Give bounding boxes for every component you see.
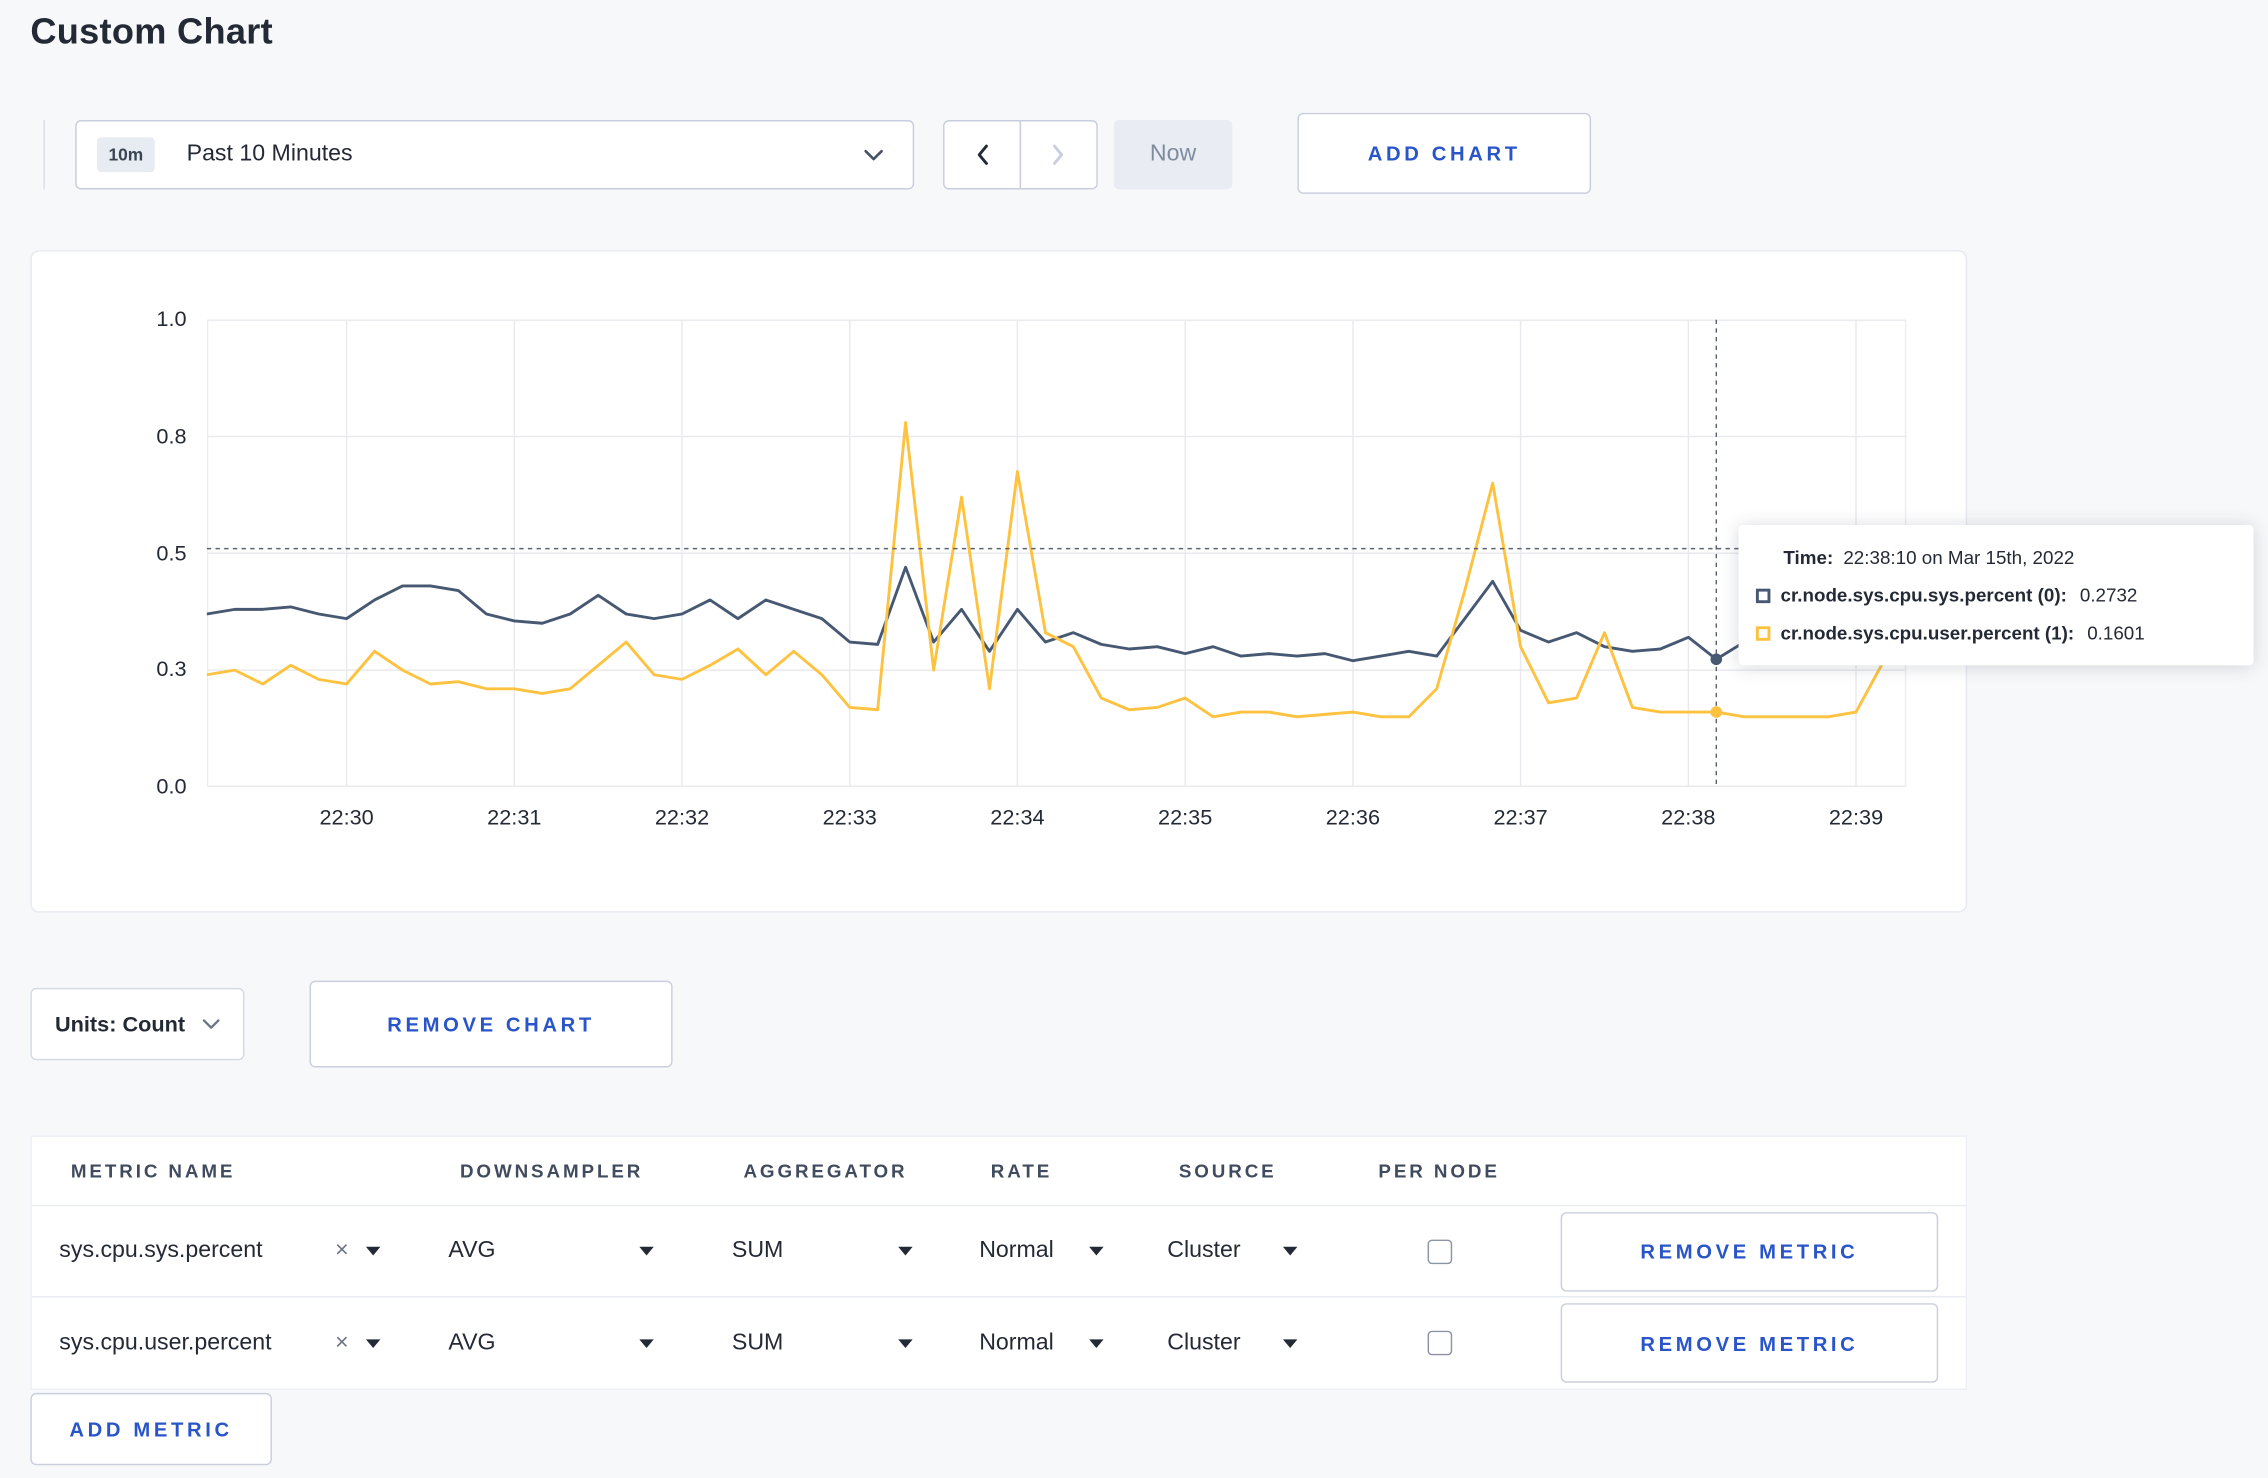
source-select[interactable]: Cluster	[1167, 1329, 1298, 1356]
close-icon[interactable]: ×	[335, 1331, 349, 1354]
chart-card: 0.0 0.3 0.5 0.8 1.0 22:30 22:31 22:32 22:33 22:3…	[30, 250, 1968, 913]
y-axis-label: 0.3	[156, 657, 187, 683]
time-nav-group	[943, 120, 1098, 190]
aggregator-value: SUM	[731, 1238, 784, 1263]
caret-down-icon	[1282, 1246, 1298, 1256]
column-header-source: SOURCE	[1178, 1160, 1277, 1182]
remove-metric-button[interactable]: REMOVE METRIC	[1560, 1211, 1939, 1291]
aggregator-select[interactable]: SUM	[732, 1330, 913, 1356]
series-user-swatch-icon	[1755, 625, 1771, 641]
chevron-left-icon	[977, 144, 988, 165]
per-node-checkbox[interactable]	[1427, 1238, 1453, 1264]
caret-down-icon	[1089, 1246, 1104, 1256]
time-range-dropdown[interactable]: 10m Past 10 Minutes	[75, 120, 915, 190]
x-axis-label: 22:39	[1828, 805, 1884, 831]
remove-chart-button[interactable]: REMOVE CHART	[309, 980, 673, 1068]
caret-down-icon	[639, 1338, 654, 1348]
custom-chart-page: Custom Chart 10m Past 10 Minutes Now ADD…	[0, 0, 2268, 1478]
y-axis-label: 0.5	[156, 540, 187, 566]
x-axis-label: 22:33	[822, 805, 877, 831]
column-header-per-node: PER NODE	[1378, 1160, 1500, 1182]
tooltip-series-value: 0.1601	[2087, 621, 2145, 644]
caret-down-icon	[365, 1338, 381, 1348]
tooltip-time-value: 22:38:10 on Mar 15th, 2022	[1843, 546, 2075, 569]
column-header-aggregator: AGGREGATOR	[743, 1160, 908, 1182]
units-dropdown[interactable]: Units: Count	[30, 987, 245, 1061]
x-axis-label: 22:34	[990, 805, 1045, 831]
x-axis-label: 22:35	[1158, 805, 1213, 831]
tooltip-series-name: cr.node.sys.cpu.sys.percent (0):	[1780, 584, 2067, 607]
series-sys-swatch-icon	[1755, 587, 1771, 603]
time-prev-button[interactable]	[943, 120, 1022, 190]
metrics-table: METRIC NAME DOWNSAMPLER AGGREGATOR RATE …	[30, 1135, 1968, 1390]
caret-down-icon	[898, 1338, 913, 1348]
caret-down-icon	[365, 1246, 381, 1256]
table-row: sys.cpu.sys.percent × AVG SUM Normal Clu…	[31, 1206, 1966, 1298]
chart-plot[interactable]	[206, 319, 1907, 787]
close-icon[interactable]: ×	[335, 1239, 349, 1263]
time-range-badge: 10m	[96, 137, 155, 173]
metrics-table-header: METRIC NAME DOWNSAMPLER AGGREGATOR RATE …	[31, 1137, 1966, 1207]
caret-down-icon	[898, 1246, 913, 1256]
downsampler-select[interactable]: AVG	[448, 1238, 654, 1264]
add-chart-button[interactable]: ADD CHART	[1297, 112, 1592, 194]
source-value: Cluster	[1167, 1238, 1241, 1263]
toolbar-divider	[43, 120, 45, 190]
metric-name-value: sys.cpu.user.percent	[59, 1329, 272, 1355]
rate-value: Normal	[979, 1329, 1054, 1355]
remove-metric-button[interactable]: REMOVE METRIC	[1560, 1303, 1939, 1383]
rate-select[interactable]: Normal	[979, 1329, 1104, 1356]
page-title: Custom Chart	[30, 11, 273, 53]
time-range-label: Past 10 Minutes	[186, 141, 353, 167]
caret-down-icon	[1089, 1338, 1104, 1348]
aggregator-value: SUM	[731, 1329, 784, 1355]
metric-name-select[interactable]: sys.cpu.sys.percent ×	[59, 1238, 381, 1264]
tooltip-time-label: Time:	[1783, 546, 1834, 569]
chevron-down-icon	[864, 149, 883, 160]
caret-down-icon	[639, 1246, 654, 1256]
tooltip-series-value: 0.2732	[2079, 584, 2138, 607]
chevron-right-icon	[1052, 144, 1064, 165]
metric-name-select[interactable]: sys.cpu.user.percent ×	[59, 1329, 381, 1356]
column-header-downsampler: DOWNSAMPLER	[459, 1160, 644, 1182]
downsampler-select[interactable]: AVG	[448, 1329, 654, 1356]
chart-tooltip: Time: 22:38:10 on Mar 15th, 2022 cr.node…	[1738, 525, 2254, 666]
caret-down-icon	[1282, 1338, 1298, 1348]
rate-select[interactable]: Normal	[979, 1238, 1104, 1264]
x-axis-label: 22:36	[1325, 805, 1381, 831]
tooltip-series-name: cr.node.sys.cpu.user.percent (1):	[1780, 621, 2075, 644]
y-axis-label: 1.0	[156, 307, 187, 332]
y-axis: 0.0 0.3 0.5 0.8 1.0	[32, 252, 187, 912]
units-label: Units: Count	[54, 1011, 186, 1037]
y-axis-label: 0.0	[156, 774, 187, 800]
x-axis-label: 22:31	[487, 805, 542, 831]
chevron-down-icon	[202, 1019, 220, 1029]
per-node-checkbox[interactable]	[1427, 1330, 1453, 1356]
y-axis-label: 0.8	[156, 424, 187, 449]
add-metric-button[interactable]: ADD METRIC	[30, 1392, 272, 1466]
x-axis-label: 22:38	[1661, 805, 1716, 831]
rate-value: Normal	[979, 1238, 1054, 1263]
time-next-button[interactable]	[1019, 120, 1098, 190]
x-axis-label: 22:37	[1493, 805, 1548, 831]
table-row: sys.cpu.user.percent × AVG SUM Normal Cl…	[32, 1297, 1966, 1388]
column-header-rate: RATE	[990, 1160, 1053, 1182]
source-select[interactable]: Cluster	[1167, 1238, 1298, 1264]
source-value: Cluster	[1167, 1329, 1241, 1355]
x-axis-label: 22:30	[319, 805, 374, 831]
aggregator-select[interactable]: SUM	[732, 1238, 913, 1264]
metric-name-value: sys.cpu.sys.percent	[59, 1238, 263, 1263]
downsampler-value: AVG	[448, 1329, 496, 1355]
now-button[interactable]: Now	[1113, 120, 1233, 190]
column-header-metric-name: METRIC NAME	[70, 1160, 236, 1182]
x-axis-label: 22:32	[654, 805, 710, 831]
downsampler-value: AVG	[448, 1238, 496, 1263]
